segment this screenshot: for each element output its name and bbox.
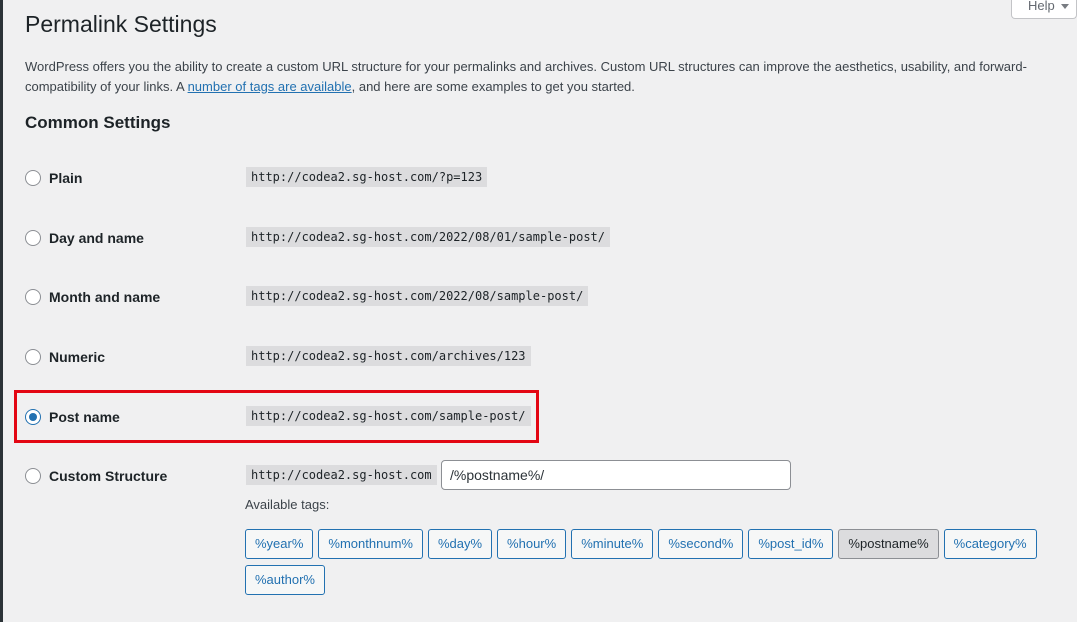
available-tags-label: Available tags:	[245, 497, 330, 512]
tag-button-hour[interactable]: %hour%	[497, 529, 567, 559]
option-label[interactable]: Numeric	[49, 348, 105, 366]
available-tags-list: %year% %monthnum% %day% %hour% %minute% …	[245, 529, 1055, 595]
example-url-month-and-name: http://codea2.sg-host.com/2022/08/sample…	[246, 286, 589, 306]
tag-button-category[interactable]: %category%	[943, 529, 1037, 559]
option-label[interactable]: Post name	[49, 408, 120, 426]
option-label[interactable]: Day and name	[49, 229, 144, 247]
example-url-plain: http://codea2.sg-host.com/?p=123	[246, 167, 488, 187]
help-tab[interactable]: Help	[1011, 0, 1077, 19]
tag-button-minute[interactable]: %minute%	[571, 529, 654, 559]
tag-button-postname[interactable]: %postname%	[838, 529, 939, 559]
help-label: Help	[1028, 0, 1055, 13]
intro-text-end: , and here are some examples to get you …	[351, 78, 635, 94]
page-title: Permalink Settings	[25, 11, 217, 37]
option-label[interactable]: Custom Structure	[49, 467, 167, 485]
chevron-down-icon	[1060, 4, 1069, 10]
common-settings-heading: Common Settings	[25, 113, 171, 132]
tag-button-post-id[interactable]: %post_id%	[748, 529, 834, 559]
custom-structure-base-url: http://codea2.sg-host.com	[246, 465, 437, 485]
example-url-post-name: http://codea2.sg-host.com/sample-post/	[246, 406, 531, 426]
radio-numeric[interactable]	[25, 349, 41, 365]
radio-month-and-name[interactable]	[25, 289, 41, 305]
example-url-numeric: http://codea2.sg-host.com/archives/123	[246, 346, 531, 366]
tag-button-monthnum[interactable]: %monthnum%	[318, 529, 423, 559]
tags-available-link[interactable]: number of tags are available	[188, 79, 352, 94]
custom-structure-input[interactable]	[441, 460, 791, 490]
radio-custom-structure[interactable]	[25, 468, 41, 484]
radio-post-name[interactable]	[25, 409, 41, 425]
example-url-day-and-name: http://codea2.sg-host.com/2022/08/01/sam…	[246, 227, 611, 247]
option-label[interactable]: Plain	[49, 169, 82, 187]
intro-text: WordPress offers you the ability to crea…	[25, 57, 1035, 96]
tag-button-second[interactable]: %second%	[658, 529, 744, 559]
tag-button-author[interactable]: %author%	[245, 565, 325, 595]
admin-menu-edge	[0, 0, 3, 622]
option-label[interactable]: Month and name	[49, 288, 160, 306]
radio-plain[interactable]	[25, 170, 41, 186]
tag-button-day[interactable]: %day%	[427, 529, 493, 559]
radio-day-and-name[interactable]	[25, 230, 41, 246]
tag-button-year[interactable]: %year%	[245, 529, 314, 559]
